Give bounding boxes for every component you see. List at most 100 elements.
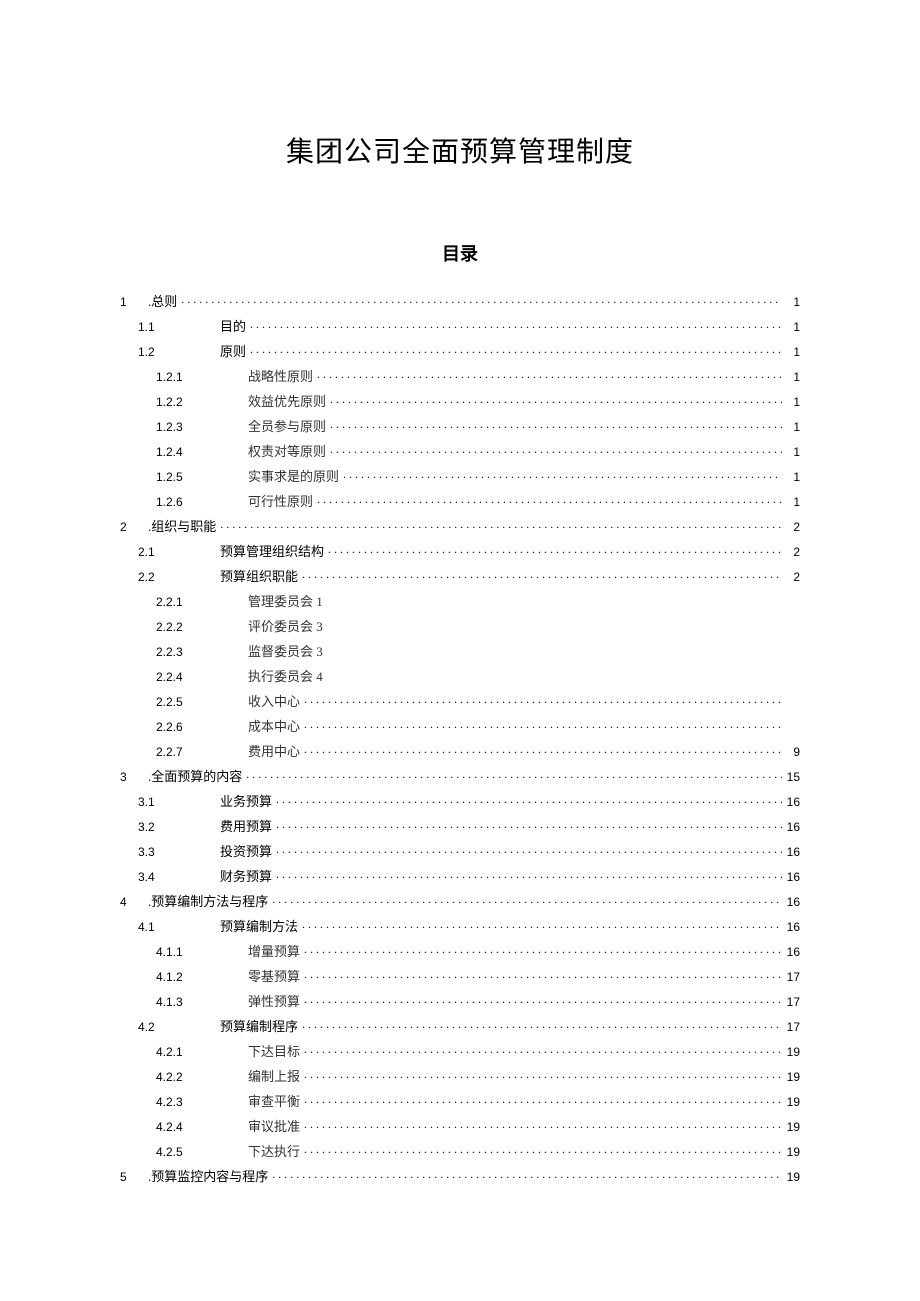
toc-entry-label: 战略性原则 [236,370,313,383]
toc-entry[interactable]: 1.总则1 [120,288,800,313]
toc-entry-number: 4 [120,896,142,908]
toc-entry-label: 编制上报 [236,1070,300,1083]
toc-entry-number: 2.2.6 [120,721,236,733]
toc-entry-label: 弹性预算 [236,995,300,1008]
toc-entry-label: 评价委员会 3 [236,620,323,633]
toc-entry-page: 2 [782,521,800,533]
toc-leader [272,793,782,806]
toc-entry-number: 4.2.1 [120,1046,236,1058]
toc-entry-label: 预算编制方法 [198,920,298,933]
toc-entry[interactable]: 4.2.4审议批准19 [120,1113,800,1138]
toc-entry[interactable]: 2.2.3监督委员会 3 [120,638,800,663]
toc-entry[interactable]: 1.2.2效益优先原则1 [120,388,800,413]
toc-entry[interactable]: 3.4财务预算16 [120,863,800,888]
toc-entry[interactable]: 4.1预算编制方法16 [120,913,800,938]
toc-entry-number: 1.2 [120,346,198,358]
toc-entry-number: 1.2.3 [120,421,236,433]
toc-entry-number: 3 [120,771,142,783]
toc-entry-label: 投资预算 [198,845,272,858]
toc-entry[interactable]: 4.2.3审查平衡19 [120,1088,800,1113]
toc-entry[interactable]: 2.1预算管理组织结构2 [120,538,800,563]
toc-entry-number: 3.4 [120,871,198,883]
toc-leader [300,1043,782,1056]
toc-leader [300,743,782,756]
toc-entry[interactable]: 3.3投资预算16 [120,838,800,863]
toc-entry[interactable]: 4.1.1增量预算16 [120,938,800,963]
toc-entry[interactable]: 4.1.3弹性预算17 [120,988,800,1013]
toc-leader [272,818,782,831]
toc-entry-page: 16 [782,821,800,833]
toc-leader [323,618,782,631]
toc-entry[interactable]: 1.2.3全员参与原则1 [120,413,800,438]
toc-entry-label: 原则 [198,345,246,358]
toc-entry-number: 2.1 [120,546,198,558]
toc-entry[interactable]: 2.2预算组织职能2 [120,563,800,588]
toc-entry-number: 4.2 [120,1021,198,1033]
toc-entry[interactable]: 2.2.5收入中心 [120,688,800,713]
toc-entry[interactable]: 4.2.2编制上报19 [120,1063,800,1088]
toc-entry[interactable]: 1.2.5实事求是的原则1 [120,463,800,488]
toc-entry[interactable]: 3.2费用预算16 [120,813,800,838]
toc-entry[interactable]: 3.1业务预算16 [120,788,800,813]
toc-leader [323,593,782,606]
toc-entry[interactable]: 1.2.1战略性原则1 [120,363,800,388]
toc-entry[interactable]: 2.2.4执行委员会 4 [120,663,800,688]
toc-entry-number: 4.2.3 [120,1096,236,1108]
toc-entry-label: 下达目标 [236,1045,300,1058]
toc-leader [298,918,782,931]
toc-leader [268,1168,782,1181]
toc-leader [300,968,782,981]
toc-entry-label: .预算编制方法与程序 [142,895,268,908]
toc-leader [300,993,782,1006]
toc-entry-label: 权责对等原则 [236,445,326,458]
toc-entry-label: 增量预算 [236,945,300,958]
toc-leader [326,393,782,406]
toc-entry-page: 19 [782,1046,800,1058]
toc-entry[interactable]: 4.2.1下达目标 19 [120,1038,800,1063]
document-page: 集团公司全面预算管理制度 目录 1.总则11.1目的11.2原则11.2.1战略… [0,0,920,1268]
toc-entry[interactable]: 2.2.7费用中心9 [120,738,800,763]
toc-entry-number: 2.2.4 [120,671,236,683]
toc-entry[interactable]: 2.2.1管理委员会 1 [120,588,800,613]
toc-leader [272,843,782,856]
toc-entry[interactable]: 4.1.2零基预算17 [120,963,800,988]
toc-entry[interactable]: 1.1目的1 [120,313,800,338]
toc-entry-number: 1.2.6 [120,496,236,508]
toc-entry-number: 1.2.4 [120,446,236,458]
toc-entry[interactable]: 5.预算监控内容与程序19 [120,1163,800,1188]
toc-entry[interactable]: 2.2.6成本中心 [120,713,800,738]
toc-leader [298,568,782,581]
toc-leader [272,868,782,881]
toc-entry-label: 成本中心 [236,720,300,733]
toc-leader [216,518,782,531]
toc-entry[interactable]: 2.2.2评价委员会 3 [120,613,800,638]
toc-entry[interactable]: 4.2预算编制程序17 [120,1013,800,1038]
toc-entry[interactable]: 1.2原则1 [120,338,800,363]
toc-entry-number: 2.2.2 [120,621,236,633]
toc-entry-number: 4.2.5 [120,1146,236,1158]
toc-entry[interactable]: 4.2.5下达执行19 [120,1138,800,1163]
toc-leader [242,768,782,781]
toc-entry[interactable]: 1.2.4权责对等原则1 [120,438,800,463]
toc-entry[interactable]: 1.2.6可行性原则1 [120,488,800,513]
toc-entry-page: 16 [782,896,800,908]
toc-entry[interactable]: 2.组织与职能2 [120,513,800,538]
toc-leader [300,1093,782,1106]
toc-leader [313,493,782,506]
toc-entry-page: 19 [782,1071,800,1083]
toc-entry-number: 4.2.4 [120,1121,236,1133]
toc-entry[interactable]: 3.全面预算的内容 15 [120,763,800,788]
toc-leader [298,1018,782,1031]
toc-entry-number: 2.2.1 [120,596,236,608]
toc-leader [177,293,782,306]
toc-entry-label: 实事求是的原则 [236,470,339,483]
toc-entry-label: .全面预算的内容 [142,770,242,783]
toc-entry-page: 16 [782,796,800,808]
toc-entry-page: 17 [782,996,800,1008]
toc-entry-page: 15 [782,771,800,783]
toc-entry[interactable]: 4.预算编制方法与程序 16 [120,888,800,913]
toc-entry-number: 3.1 [120,796,198,808]
toc-entry-number: 3.3 [120,846,198,858]
toc-entry-page: 2 [782,546,800,558]
toc-entry-label: .总则 [142,295,177,308]
